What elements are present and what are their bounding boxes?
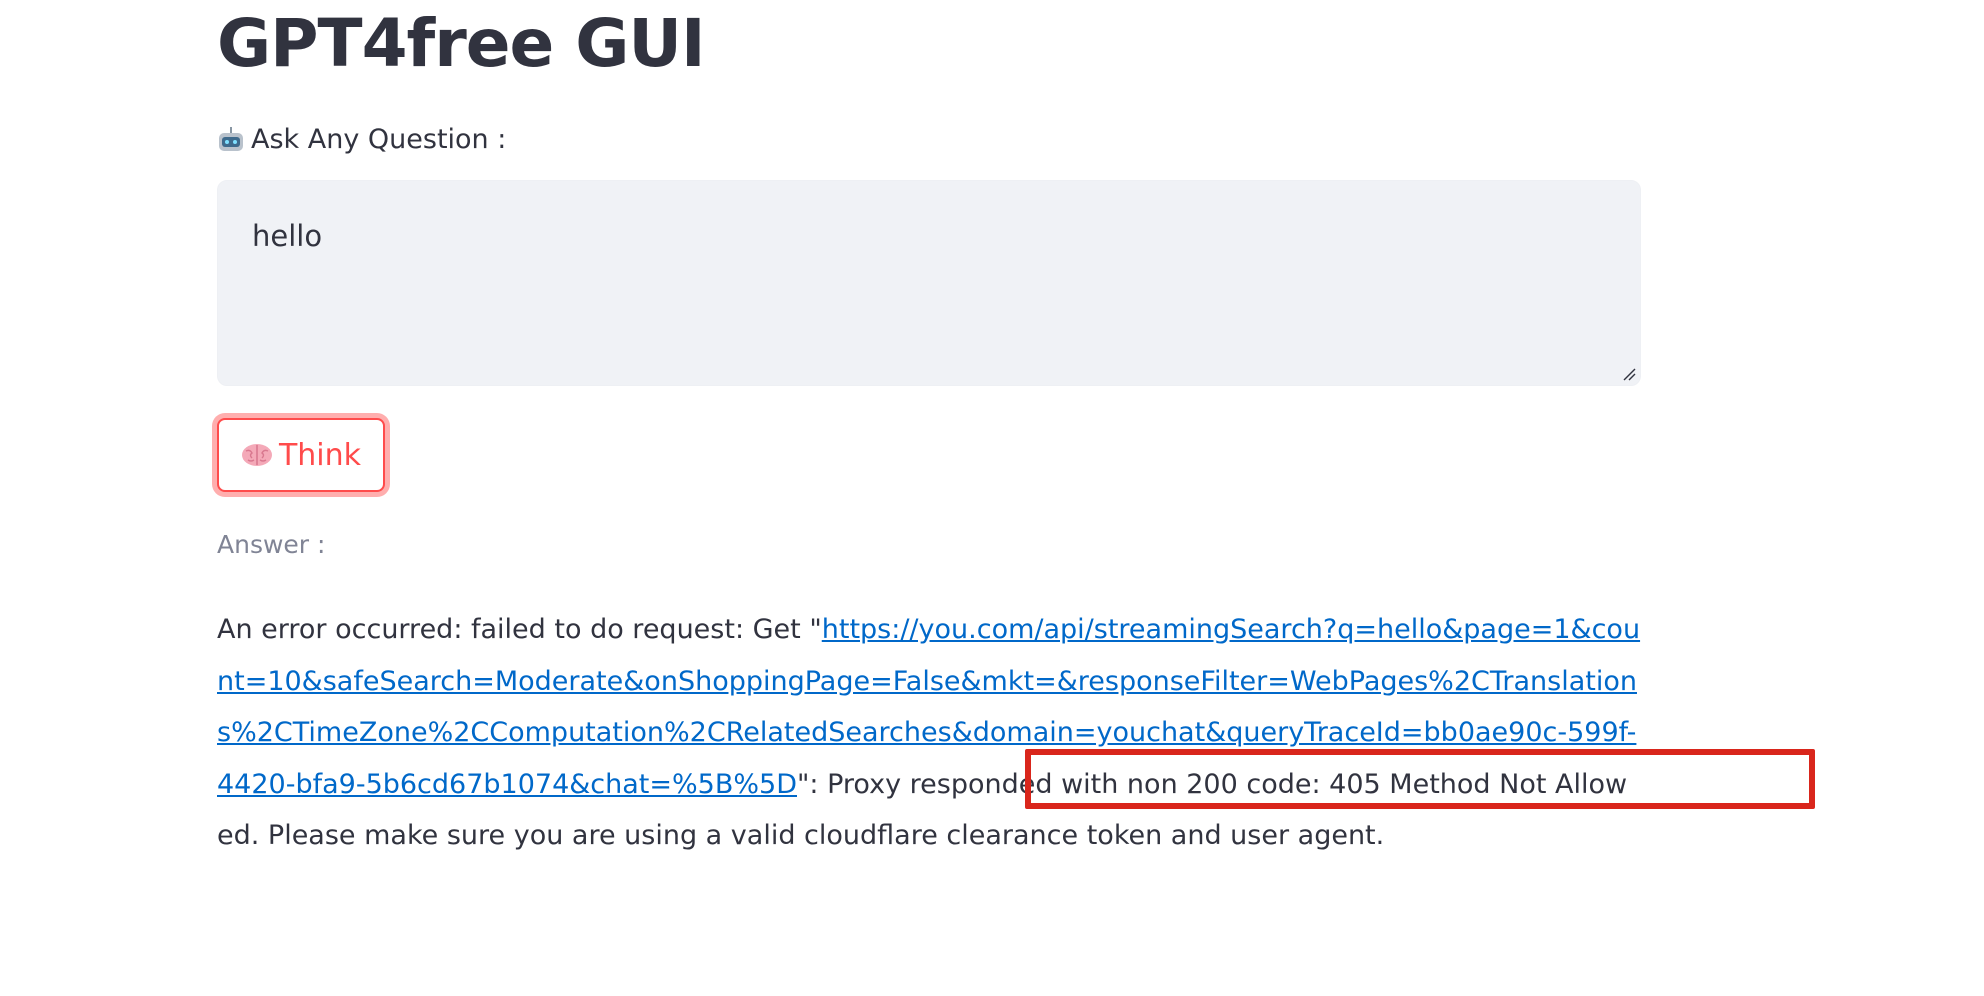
resize-handle-icon[interactable] — [1622, 367, 1636, 381]
think-button-label: Think — [278, 437, 362, 473]
brain-icon — [241, 442, 273, 468]
question-label: Ask Any Question : — [217, 122, 506, 158]
question-textarea-container — [217, 180, 1641, 386]
answer-label: Answer : — [217, 530, 326, 559]
answer-prefix: An error occurred: failed to do request:… — [217, 614, 822, 645]
think-button[interactable]: Think — [217, 418, 385, 492]
answer-text: An error occurred: failed to do request:… — [217, 604, 1641, 862]
question-textarea[interactable] — [218, 181, 1640, 385]
question-label-text: Ask Any Question : — [251, 124, 507, 155]
page-title: GPT4free GUI — [217, 5, 706, 82]
robot-icon — [217, 127, 245, 153]
